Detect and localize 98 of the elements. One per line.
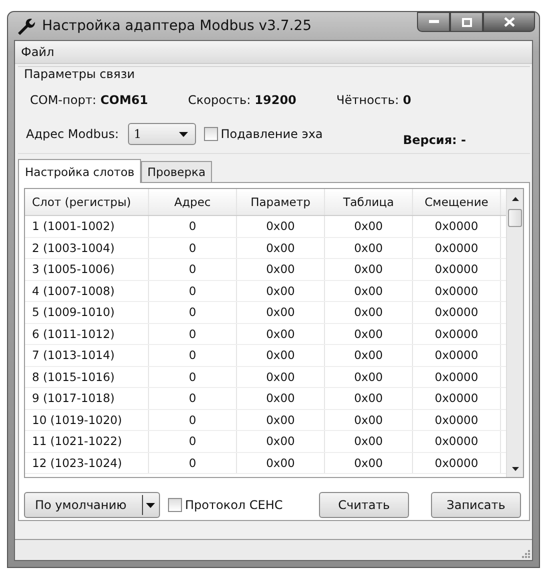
table-cell: 0x0000 [413, 259, 501, 280]
table-cell: 0x00 [237, 345, 325, 366]
table-cell: 10 (1019-1020) [25, 410, 149, 430]
table-cell: 6 (1011-1012) [25, 324, 149, 344]
checkbox[interactable] [204, 127, 218, 141]
table-cell: 0x00 [325, 410, 413, 430]
table-cell: 0x0000 [413, 452, 501, 473]
table-cell: 0x00 [325, 280, 413, 301]
scroll-up-icon [512, 197, 518, 201]
window-title: Настройка адаптера Modbus v3.7.25 [42, 18, 312, 34]
table-cell: 0x00 [325, 238, 413, 258]
table-cell: 9 (1017-1018) [25, 388, 149, 408]
column-header[interactable]: Параметр [237, 189, 325, 215]
table-cell: 0 [149, 280, 237, 301]
field-label: Скорость: [188, 93, 251, 107]
table-cell: 0 [149, 366, 237, 387]
table-cell: 0x00 [325, 366, 413, 387]
table-cell: 0 [149, 431, 237, 452]
checkbox-label: Протокол СЕНС [185, 498, 283, 512]
table-cell: 1 (1001-1002) [25, 216, 149, 236]
table-cell: 0 [149, 388, 237, 408]
table-cell: 2 (1003-1004) [25, 238, 149, 258]
scrollbar[interactable] [506, 189, 523, 477]
table-cell: 4 (1007-1008) [25, 280, 149, 301]
address-dropdown[interactable]: 1 [128, 123, 196, 145]
checkbox-label: Подавление эха [220, 127, 323, 141]
default-split-button[interactable]: По умолчанию [24, 492, 160, 518]
column-header[interactable]: Адрес [149, 189, 237, 215]
table-cell: 8 (1015-1016) [25, 366, 149, 387]
table-cell: 0 [149, 324, 237, 344]
table-cell: 7 (1013-1014) [25, 345, 149, 366]
maximize-icon [462, 18, 472, 26]
tab[interactable]: Настройка слотов [18, 159, 142, 183]
field-value: 0 [402, 93, 412, 107]
checkbox[interactable] [168, 498, 182, 512]
table-cell: 0x00 [237, 259, 325, 280]
table-cell: 0x0000 [413, 238, 501, 258]
field-label: Адрес Modbus: [26, 127, 119, 141]
field-label: COM-порт: [30, 93, 96, 107]
scroll-thumb[interactable] [508, 209, 522, 227]
caret-icon [146, 502, 155, 508]
tab[interactable]: Проверка [141, 161, 212, 182]
table-cell: 0x00 [237, 280, 325, 301]
table-cell: 0x00 [237, 388, 325, 408]
write-button[interactable]: Записать [431, 492, 521, 518]
table-cell: 0x00 [325, 431, 413, 452]
table-cell: 11 (1021-1022) [25, 431, 149, 452]
table-cell: 0x00 [325, 324, 413, 344]
table-cell: 0x00 [237, 410, 325, 430]
table-cell: 0x0000 [413, 366, 501, 387]
table-cell: 0x0000 [413, 431, 501, 452]
table-cell: 0 [149, 345, 237, 366]
table-cell: 0x00 [325, 216, 413, 236]
table-cell: 0x00 [237, 452, 325, 473]
table-cell: 0x00 [325, 388, 413, 408]
field-value: 19200 [254, 93, 296, 107]
caret-icon [178, 132, 188, 136]
table-cell: 0x0000 [413, 345, 501, 366]
table-cell: 3 (1005-1006) [25, 259, 149, 280]
field-value: COM61 [100, 93, 148, 107]
table-cell: 5 (1009-1010) [25, 302, 149, 322]
table-cell: 0x0000 [413, 216, 501, 236]
menu-item[interactable]: Файл [15, 45, 60, 59]
table-cell: 0 [149, 302, 237, 322]
close-icon [504, 17, 514, 27]
table-cell: 0x00 [237, 302, 325, 322]
table-cell: 0 [149, 259, 237, 280]
table-cell: 0 [149, 216, 237, 236]
minimize-button[interactable] [417, 12, 450, 32]
table-cell: 0x00 [237, 216, 325, 236]
table-cell: 0x00 [325, 452, 413, 473]
table-cell: 12 (1023-1024) [25, 452, 149, 473]
table-cell: 0x00 [237, 431, 325, 452]
column-header[interactable]: Смещение [413, 189, 501, 215]
table-cell: 0x00 [237, 324, 325, 344]
table-cell: 0x0000 [413, 410, 501, 430]
close-button[interactable] [483, 12, 535, 32]
table-cell: 0x00 [237, 238, 325, 258]
table-cell: 0x0000 [413, 302, 501, 322]
table-cell: 0 [149, 238, 237, 258]
table-cell: 0x0000 [413, 324, 501, 344]
maximize-button[interactable] [450, 12, 483, 32]
table-cell: 0x00 [325, 345, 413, 366]
version-label: Версия: - [402, 133, 466, 147]
column-header[interactable]: Слот (регистры) [25, 189, 149, 215]
field-label: Чётность: [336, 93, 399, 107]
table-cell: 0x0000 [413, 280, 501, 301]
table-cell: 0x00 [325, 259, 413, 280]
table-cell: 0 [149, 452, 237, 473]
column-header[interactable]: Таблица [325, 189, 413, 215]
wrench-icon [16, 16, 36, 36]
read-button[interactable]: Считать [319, 492, 409, 518]
table-cell: 0x0000 [413, 388, 501, 408]
scroll-down-icon [512, 467, 518, 471]
minimize-icon [428, 20, 438, 24]
table-cell: 0x00 [237, 366, 325, 387]
table-cell: 0x00 [325, 302, 413, 322]
table-cell: 0 [149, 410, 237, 430]
